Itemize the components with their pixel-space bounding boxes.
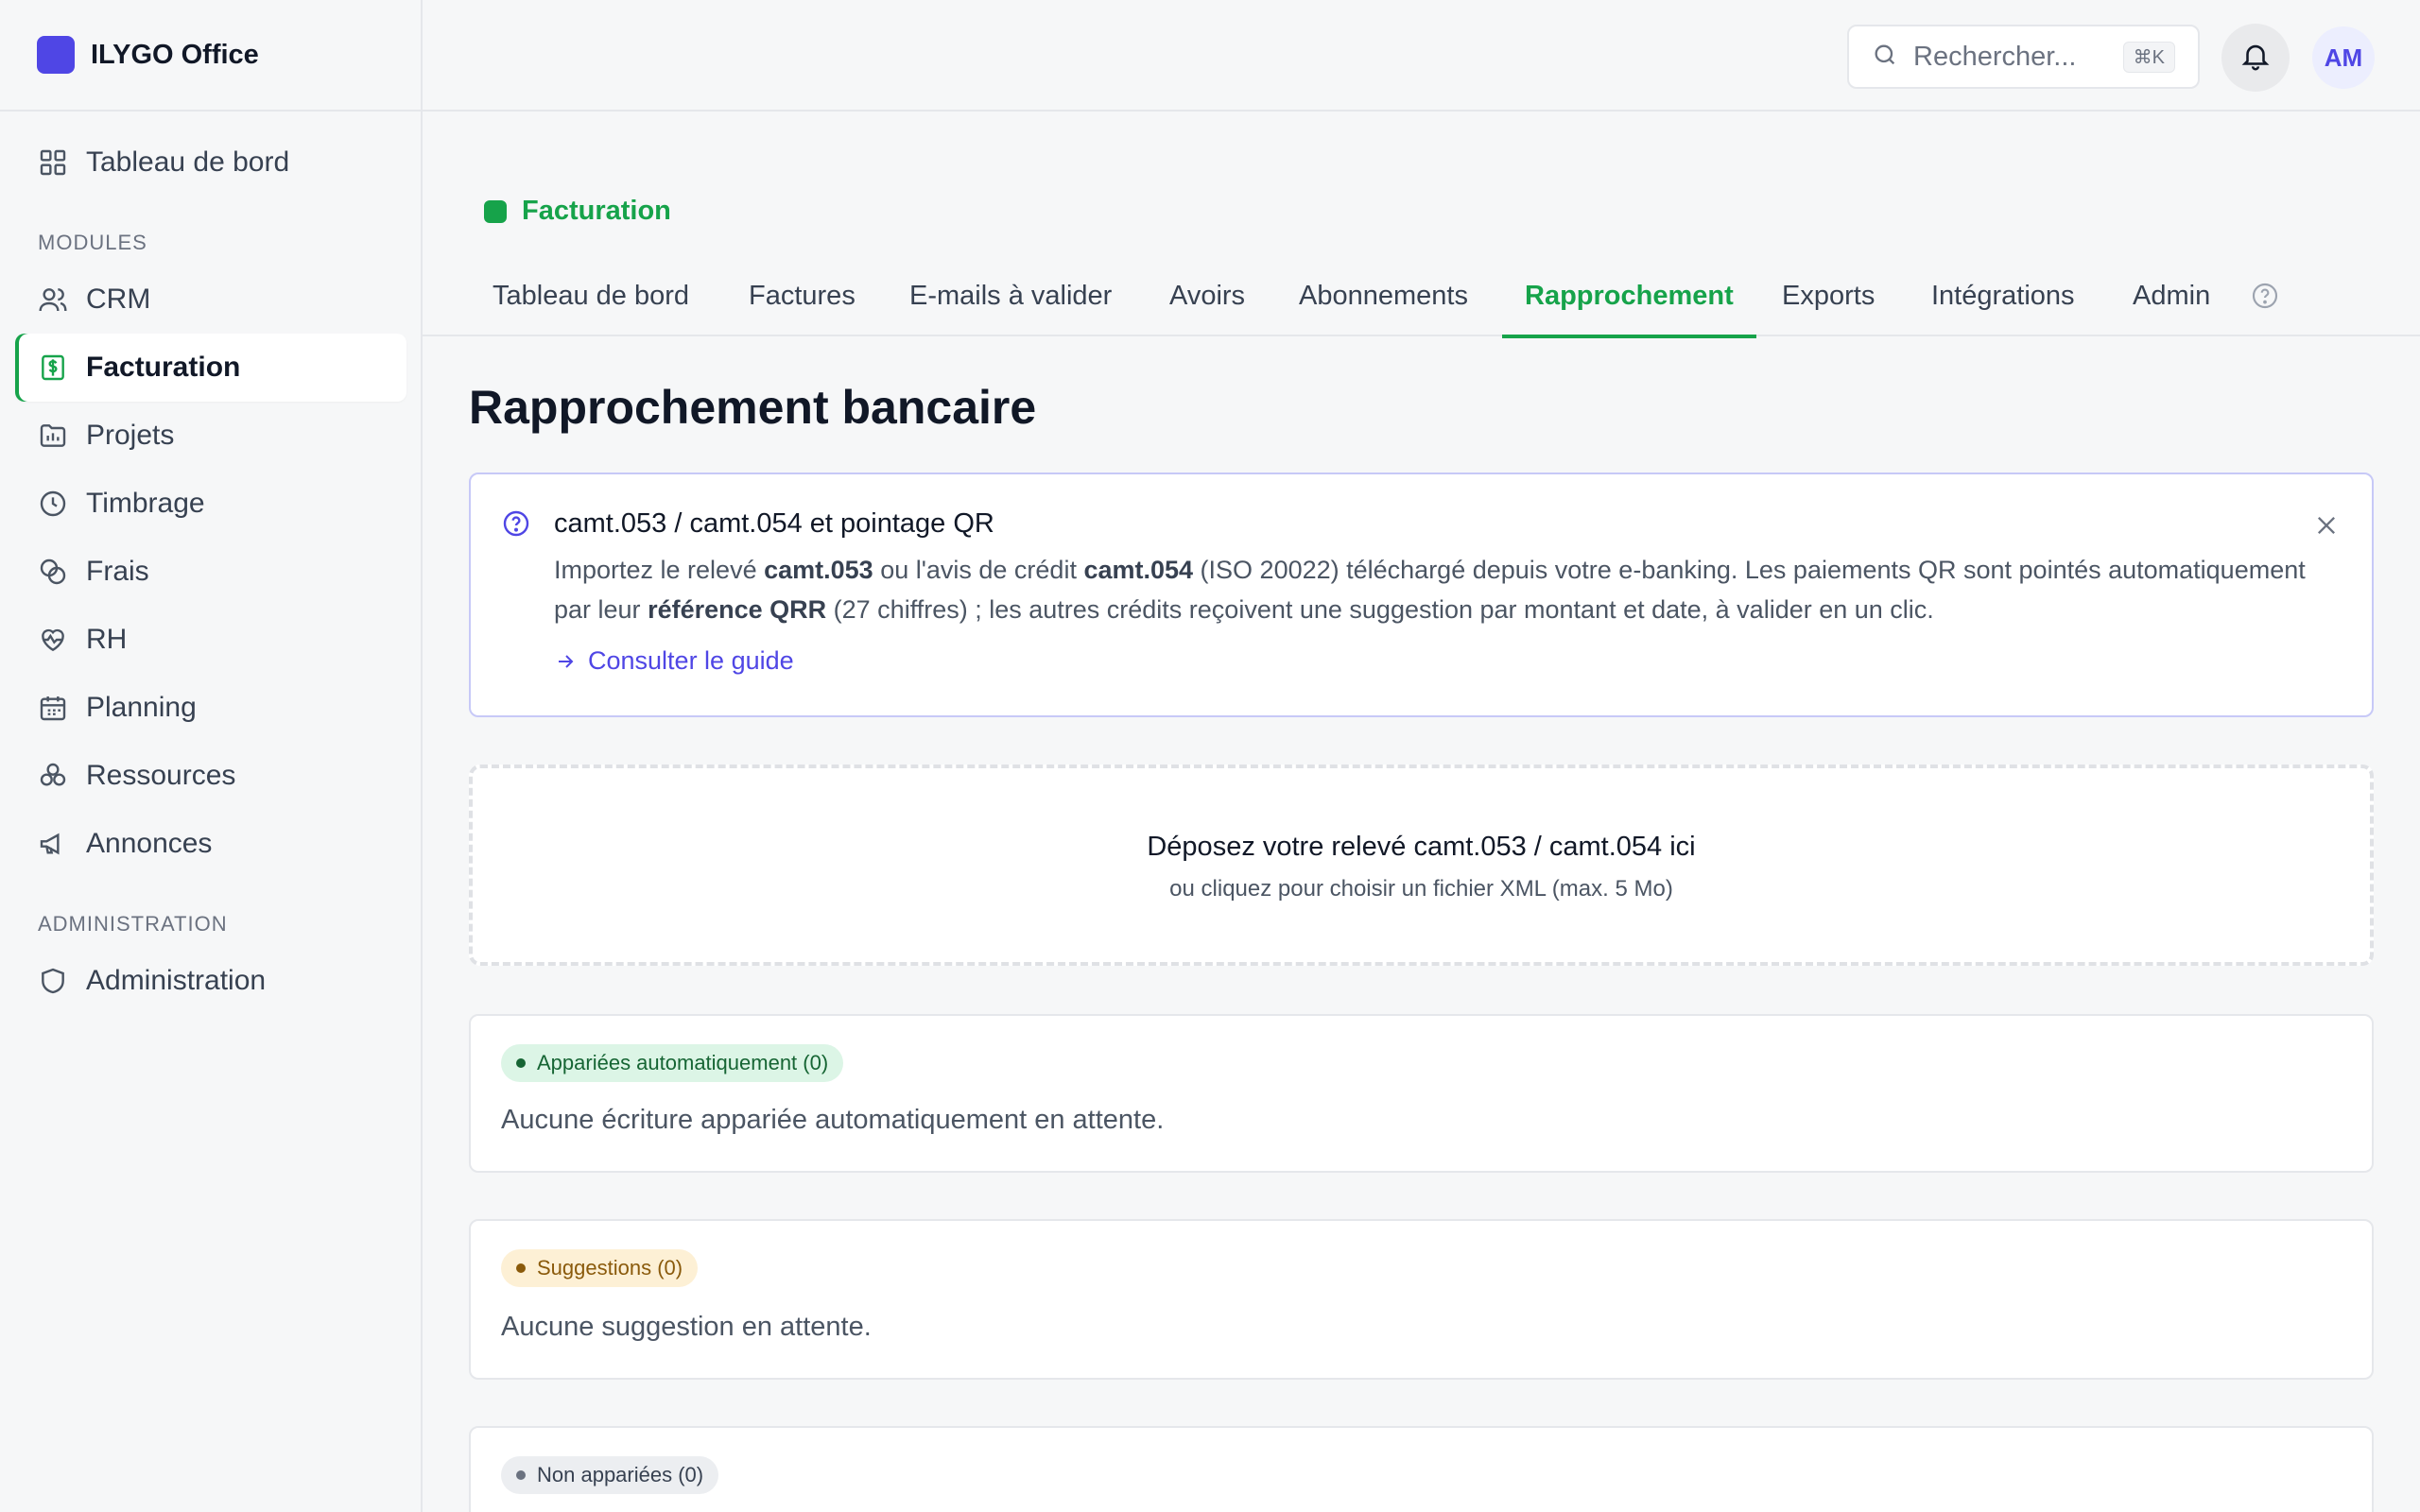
- tab-rapprochement[interactable]: Rapprochement: [1502, 255, 1756, 338]
- tab-exports[interactable]: Exports: [1780, 255, 1876, 336]
- sidebar-item-crm[interactable]: CRM: [15, 266, 406, 334]
- sidebar-item-facturation[interactable]: Facturation: [15, 334, 406, 402]
- module-tabs: Tableau de bord Factures E-mails à valid…: [423, 255, 2420, 338]
- calendar-icon: [37, 692, 69, 724]
- sidebar-item-ressources[interactable]: Ressources: [15, 742, 406, 810]
- tab-avoirs[interactable]: Avoirs: [1167, 255, 1247, 336]
- suggestions-section: Suggestions (0) Aucune suggestion en att…: [469, 1219, 2374, 1380]
- brand[interactable]: ILYGO Office: [0, 0, 421, 112]
- heart-pulse-icon: [37, 624, 69, 656]
- users-icon: [37, 284, 69, 316]
- sidebar-item-dashboard[interactable]: Tableau de bord: [15, 129, 406, 197]
- unmatched-section: Non appariées (0): [469, 1426, 2374, 1512]
- file-dropzone[interactable]: Déposez votre relevé camt.053 / camt.054…: [469, 765, 2374, 966]
- sidebar-item-rh[interactable]: RH: [15, 606, 406, 674]
- guide-link[interactable]: Consulter le guide: [554, 646, 794, 676]
- sidebar-item-frais[interactable]: Frais: [15, 538, 406, 606]
- sidebar-item-annonces[interactable]: Annonces: [15, 810, 406, 878]
- status-badge: Suggestions (0): [501, 1249, 699, 1287]
- sidebar-item-planning[interactable]: Planning: [15, 674, 406, 742]
- sidebar-item-label: Planning: [86, 692, 197, 723]
- avatar[interactable]: AM: [2312, 26, 2375, 89]
- modules-section-label: MODULES: [38, 231, 147, 254]
- close-icon[interactable]: [2313, 512, 2340, 539]
- help-circle-icon[interactable]: [2250, 281, 2280, 311]
- dropzone-title: Déposez votre relevé camt.053 / camt.054…: [1147, 832, 1696, 862]
- brand-logo: [37, 36, 75, 74]
- sidebar-item-label: Ressources: [86, 760, 236, 791]
- coins-icon: [37, 556, 69, 588]
- search-placeholder: Rechercher...: [1913, 41, 2077, 72]
- tab-admin[interactable]: Admin: [2131, 255, 2212, 336]
- sidebar-item-label: RH: [86, 624, 128, 655]
- badge-label: Appariées automatiquement (0): [537, 1051, 829, 1074]
- sidebar-item-label: Tableau de bord: [86, 146, 290, 178]
- status-dot: [516, 1058, 526, 1068]
- tab-factures[interactable]: Factures: [747, 255, 857, 336]
- tab-abonnements[interactable]: Abonnements: [1297, 255, 1470, 336]
- matched-section: Appariées automatiquement (0) Aucune écr…: [469, 1014, 2374, 1173]
- search-input[interactable]: Rechercher... ⌘K: [1847, 25, 2200, 89]
- badge-label: Suggestions (0): [537, 1256, 683, 1280]
- info-body: Importez le relevé camt.053 ou l'avis de…: [554, 556, 2306, 624]
- status-dot: [516, 1470, 526, 1480]
- shield-icon: [37, 965, 69, 997]
- tab-integrations[interactable]: Intégrations: [1929, 255, 2077, 336]
- sidebar-item-projets[interactable]: Projets: [15, 402, 406, 470]
- status-badge: Appariées automatiquement (0): [501, 1044, 844, 1082]
- sidebar-item-label: Annonces: [86, 828, 213, 859]
- bell-icon: [2239, 40, 2272, 77]
- search-icon: [1872, 42, 1898, 73]
- info-title: camt.053 / camt.054 et pointage QR: [554, 508, 994, 539]
- question-circle-icon: [501, 508, 531, 539]
- boxes-icon: [37, 760, 69, 792]
- info-callout: camt.053 / camt.054 et pointage QR Impor…: [469, 472, 2374, 717]
- sidebar-item-administration[interactable]: Administration: [15, 947, 406, 1015]
- sidebar-item-label: CRM: [86, 284, 151, 315]
- empty-message: Aucune écriture appariée automatiquement…: [501, 1105, 1165, 1135]
- folder-icon: [37, 420, 69, 452]
- badge-label: Non appariées (0): [537, 1463, 704, 1486]
- sidebar-item-label: Projets: [86, 420, 175, 451]
- guide-link-label: Consulter le guide: [588, 646, 794, 675]
- module-header: Facturation: [484, 196, 671, 227]
- sidebar-item-label: Frais: [86, 556, 149, 587]
- sidebar-item-label: Administration: [86, 965, 267, 996]
- tab-emails-a-valider[interactable]: E-mails à valider: [908, 255, 1114, 336]
- search-shortcut-badge: ⌘K: [2122, 41, 2175, 73]
- sidebar-item-label: Facturation: [86, 352, 241, 383]
- notifications-button[interactable]: [2221, 24, 2290, 92]
- megaphone-icon: [37, 828, 69, 860]
- dashboard-grid-icon: [37, 146, 69, 179]
- dropzone-subtitle: ou cliquez pour choisir un fichier XML (…: [1169, 876, 1673, 902]
- app-name: ILYGO Office: [91, 39, 259, 70]
- tab-tableau-de-bord[interactable]: Tableau de bord: [491, 255, 691, 336]
- page-title: Rapprochement bancaire: [469, 381, 1037, 434]
- sidebar-item-timbrage[interactable]: Timbrage: [15, 470, 406, 538]
- module-name: Facturation: [522, 196, 671, 226]
- administration-section-label: ADMINISTRATION: [38, 912, 228, 936]
- sidebar-item-label: Timbrage: [86, 488, 205, 519]
- clock-icon: [37, 488, 69, 520]
- module-color-dot: [484, 199, 507, 223]
- invoice-icon: [37, 352, 69, 384]
- arrow-right-icon: [559, 654, 574, 668]
- sidebar: ILYGO Office Tableau de bord MODULES CRM…: [0, 0, 423, 1512]
- status-dot: [516, 1263, 526, 1273]
- empty-message: Aucune suggestion en attente.: [501, 1312, 872, 1342]
- status-badge: Non appariées (0): [501, 1456, 719, 1494]
